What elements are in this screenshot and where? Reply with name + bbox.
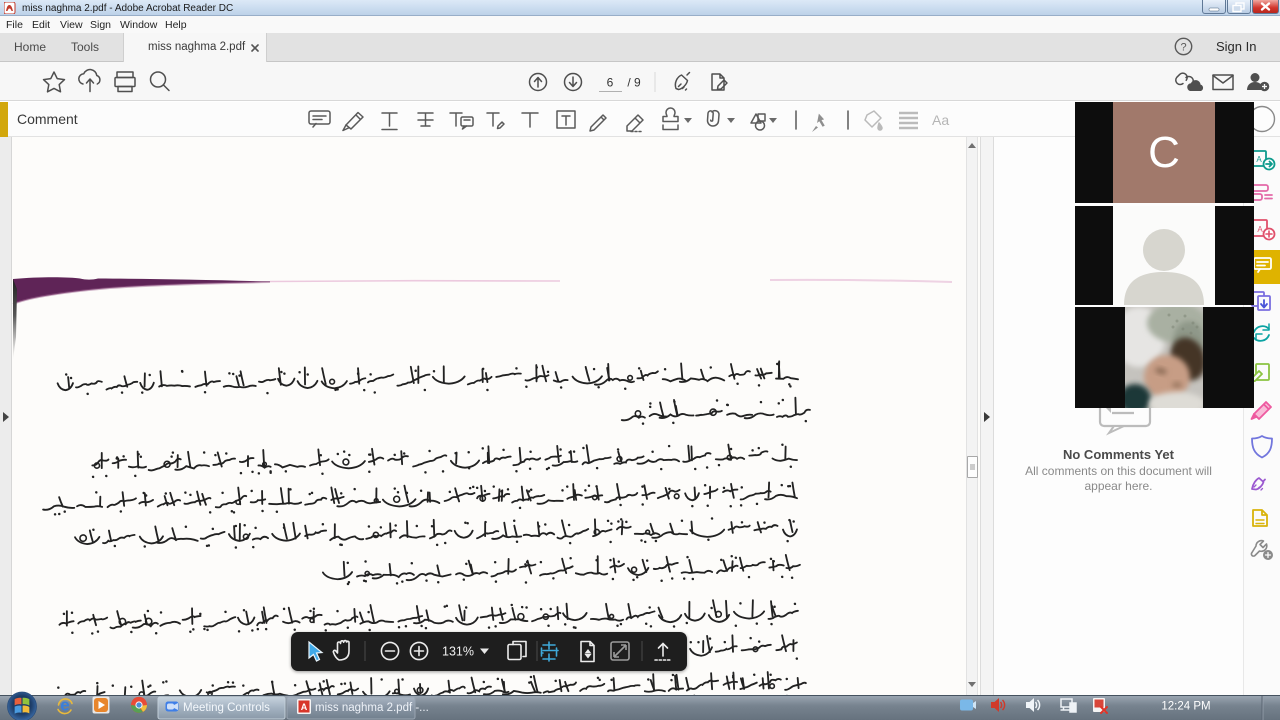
svg-text:A: A bbox=[1256, 155, 1262, 164]
svg-text:Meeting Controls: Meeting Controls bbox=[183, 702, 270, 714]
svg-text:?: ? bbox=[1180, 42, 1186, 54]
svg-text:6: 6 bbox=[607, 76, 614, 90]
svg-text:miss naghma 2.pdf -...: miss naghma 2.pdf -... bbox=[315, 702, 429, 714]
svg-text:Aa: Aa bbox=[932, 112, 949, 128]
svg-text:131%: 131% bbox=[442, 645, 474, 659]
svg-text:A: A bbox=[301, 702, 308, 712]
svg-text:12:24 PM: 12:24 PM bbox=[1161, 701, 1210, 713]
svg-text:/ 9: / 9 bbox=[627, 76, 641, 90]
svg-text:A: A bbox=[1257, 225, 1263, 234]
